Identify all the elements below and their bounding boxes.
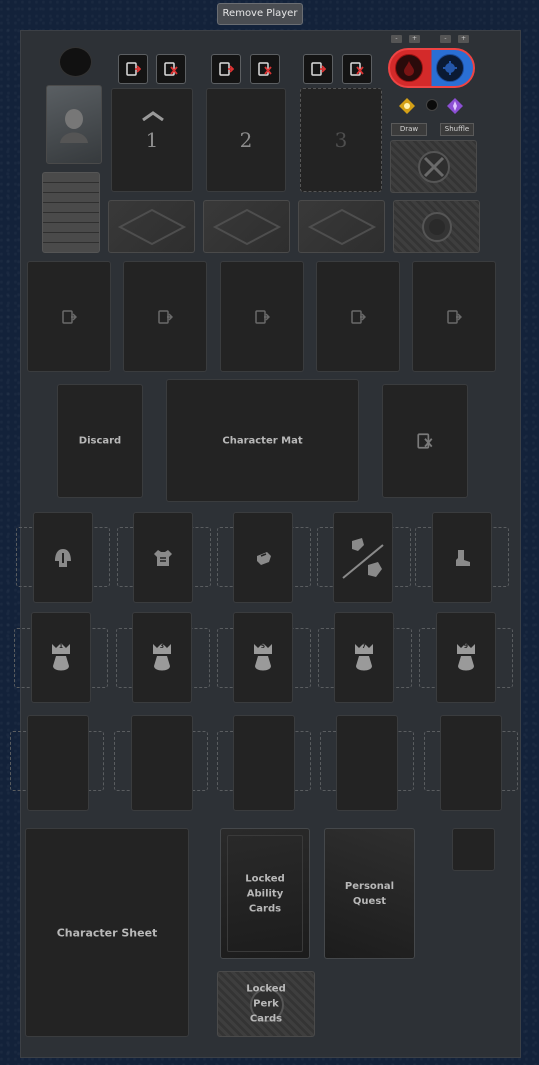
summon-slot-2[interactable] bbox=[203, 200, 290, 253]
fire-element-icon bbox=[395, 54, 423, 82]
level-number: 1 bbox=[58, 642, 64, 650]
take-card-button-2[interactable] bbox=[211, 54, 241, 84]
extra-token-slot[interactable] bbox=[452, 828, 495, 871]
level-number: 5 bbox=[260, 642, 266, 650]
chevron-up-icon bbox=[142, 111, 164, 121]
level-bag-icon: 9 bbox=[455, 642, 477, 674]
level-bag-icon: 7 bbox=[353, 642, 375, 674]
card-take-icon bbox=[62, 309, 77, 324]
hand-card-slot-1[interactable] bbox=[27, 261, 111, 372]
card-take-icon bbox=[219, 62, 234, 76]
discard-pile[interactable]: Discard bbox=[57, 384, 143, 498]
summon-slot-1[interactable] bbox=[108, 200, 195, 253]
level-number: 9 bbox=[463, 642, 469, 650]
level-slot-9[interactable]: 9 bbox=[436, 612, 496, 703]
coin-icon bbox=[421, 211, 452, 242]
ability-slot-1[interactable]: 1 bbox=[111, 88, 193, 192]
equipment-slot-hand[interactable] bbox=[233, 512, 293, 603]
character-figure-icon bbox=[60, 108, 88, 143]
fist-icon bbox=[257, 551, 271, 565]
level-slot-5[interactable]: 5 bbox=[233, 612, 293, 703]
hand-card-slot-3[interactable] bbox=[220, 261, 304, 372]
ice-element-icon bbox=[436, 54, 464, 82]
crossed-swords-icon bbox=[417, 150, 450, 183]
hand-card-slot-4[interactable] bbox=[316, 261, 400, 372]
level-number: 7 bbox=[361, 642, 367, 650]
locked-ability-cards[interactable]: Locked Ability Cards bbox=[220, 828, 310, 959]
hand-card-slot-2[interactable] bbox=[123, 261, 207, 372]
locked-perk-cards[interactable]: Locked Perk Cards bbox=[217, 971, 315, 1037]
locked-perk-label: Locked Perk Cards bbox=[246, 983, 286, 1025]
ability-slot-2[interactable]: 2 bbox=[206, 88, 286, 192]
chest-armor-icon bbox=[154, 549, 172, 566]
item-slot-1[interactable] bbox=[27, 715, 89, 811]
card-take-icon bbox=[311, 62, 326, 76]
take-card-button-1[interactable] bbox=[118, 54, 148, 84]
level-slot-7[interactable]: 7 bbox=[334, 612, 394, 703]
personal-quest-label: Personal Quest bbox=[344, 880, 395, 907]
helmet-icon bbox=[55, 548, 71, 567]
level-bag-icon: 5 bbox=[252, 642, 274, 674]
decrement-left-button[interactable]: - bbox=[391, 35, 402, 43]
increment-left-button[interactable]: + bbox=[409, 35, 420, 43]
lose-card-button-2[interactable] bbox=[250, 54, 280, 84]
draw-button[interactable]: Draw bbox=[391, 123, 427, 136]
coin-token-slot[interactable] bbox=[393, 200, 480, 253]
discard-label: Discard bbox=[78, 435, 122, 447]
card-take-icon bbox=[351, 309, 366, 324]
increment-right-button[interactable]: + bbox=[458, 35, 469, 43]
item-slot-2[interactable] bbox=[131, 715, 193, 811]
lost-pile[interactable] bbox=[382, 384, 468, 498]
attack-modifier-deck[interactable] bbox=[390, 140, 477, 193]
card-take-icon bbox=[158, 309, 173, 324]
card-lose-icon bbox=[417, 433, 433, 449]
level-slot-3[interactable]: 3 bbox=[132, 612, 192, 703]
brick-texture-card[interactable] bbox=[42, 172, 100, 253]
level-bag-icon: 3 bbox=[151, 642, 173, 674]
card-lose-icon bbox=[258, 62, 272, 76]
gold-diamond-icon[interactable] bbox=[398, 97, 416, 115]
item-slot-5[interactable] bbox=[440, 715, 502, 811]
round-token-slot[interactable] bbox=[59, 47, 92, 77]
take-card-button-3[interactable] bbox=[303, 54, 333, 84]
black-token-icon[interactable] bbox=[426, 99, 438, 111]
element-token-panel[interactable] bbox=[388, 48, 475, 88]
locked-ability-label: Locked Ability Cards bbox=[245, 873, 285, 914]
equipment-slot-legs[interactable] bbox=[432, 512, 492, 603]
level-number: 3 bbox=[159, 642, 165, 650]
personal-quest-card[interactable]: Personal Quest bbox=[324, 828, 415, 959]
card-take-icon bbox=[255, 309, 270, 324]
card-take-icon bbox=[126, 62, 141, 76]
character-portrait[interactable] bbox=[46, 85, 102, 164]
lose-card-button-3[interactable] bbox=[342, 54, 372, 84]
hand-card-slot-5[interactable] bbox=[412, 261, 496, 372]
item-slot-3[interactable] bbox=[233, 715, 295, 811]
character-sheet-label: Character Sheet bbox=[56, 926, 158, 939]
character-mat-label: Character Mat bbox=[222, 435, 303, 446]
lose-card-button-1[interactable] bbox=[156, 54, 186, 84]
equipment-slot-body[interactable] bbox=[133, 512, 193, 603]
ability-slot-number: 3 bbox=[334, 128, 348, 152]
remove-player-button[interactable]: Remove Player bbox=[217, 3, 303, 25]
level-bag-icon: 1 bbox=[50, 642, 72, 674]
summon-slot-3[interactable] bbox=[298, 200, 385, 253]
two-hands-icon bbox=[342, 537, 384, 579]
item-slot-4[interactable] bbox=[336, 715, 398, 811]
level-slot-1[interactable]: 1 bbox=[31, 612, 91, 703]
decrement-right-button[interactable]: - bbox=[440, 35, 451, 43]
card-take-icon bbox=[447, 309, 462, 324]
ability-slot-number: 1 bbox=[145, 128, 159, 152]
card-lose-icon bbox=[164, 62, 178, 76]
boot-icon bbox=[456, 549, 470, 566]
character-sheet[interactable]: Character Sheet bbox=[25, 828, 189, 1037]
shuffle-button[interactable]: Shuffle bbox=[440, 123, 474, 136]
ability-slot-3[interactable]: 3 bbox=[300, 88, 382, 192]
purple-diamond-icon[interactable] bbox=[446, 97, 464, 115]
ability-slot-number: 2 bbox=[239, 128, 253, 152]
equipment-slot-head[interactable] bbox=[33, 512, 93, 603]
equipment-slot-two-hands[interactable] bbox=[333, 512, 393, 603]
card-lose-icon bbox=[350, 62, 364, 76]
character-mat[interactable]: Character Mat bbox=[166, 379, 359, 502]
